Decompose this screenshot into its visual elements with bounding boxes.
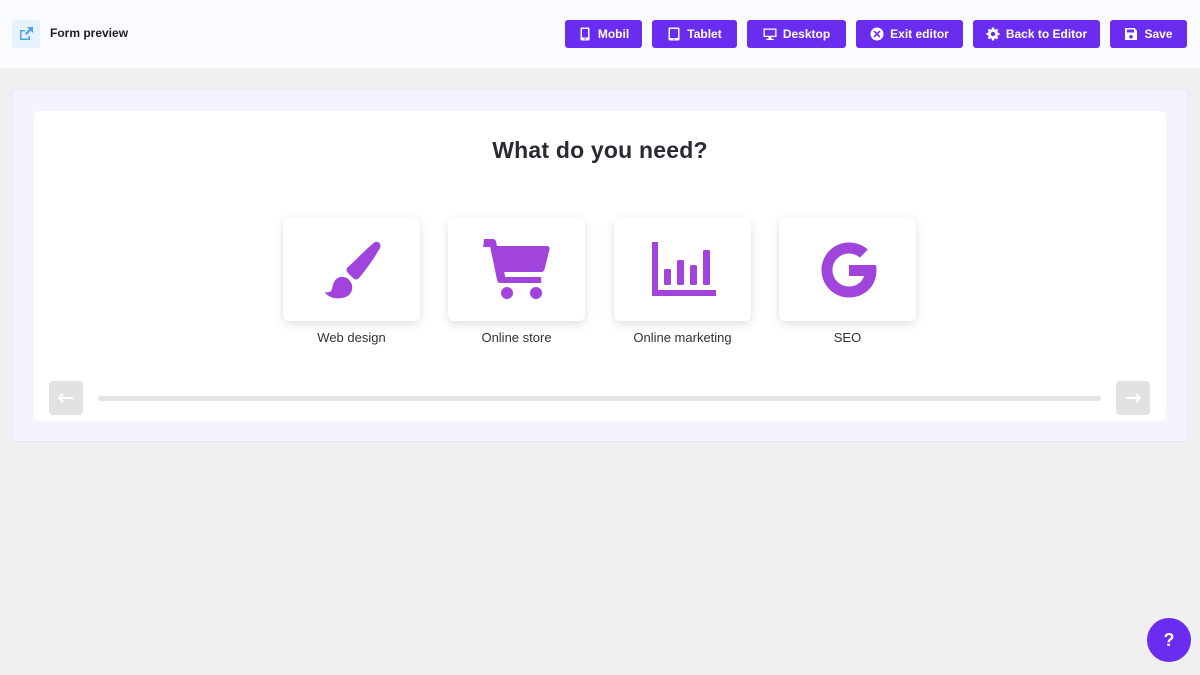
bar-chart-icon xyxy=(651,241,716,296)
help-button[interactable]: ? xyxy=(1147,618,1191,662)
back-to-editor-button[interactable]: Back to Editor xyxy=(973,20,1100,48)
previous-button[interactable] xyxy=(49,381,83,415)
save-icon xyxy=(1125,28,1138,40)
arrow-left-icon xyxy=(58,393,73,403)
progress-bar xyxy=(98,396,1101,401)
desktop-view-label: Desktop xyxy=(782,27,831,41)
option-online-store-label: Online store xyxy=(481,330,552,345)
save-button[interactable]: Save xyxy=(1110,20,1187,48)
mobile-view-label: Mobil xyxy=(597,27,630,41)
option-web-design-label: Web design xyxy=(317,330,386,345)
option-web-design[interactable] xyxy=(283,218,420,321)
option-seo-label: SEO xyxy=(833,330,862,345)
option-online-marketing-label: Online marketing xyxy=(633,330,732,345)
tablet-icon xyxy=(668,27,680,41)
paintbrush-icon xyxy=(324,241,381,298)
close-circle-icon xyxy=(870,27,884,41)
mobile-icon xyxy=(580,27,590,41)
google-icon xyxy=(821,242,876,297)
back-to-editor-label: Back to Editor xyxy=(1005,27,1088,41)
shopping-cart-icon xyxy=(482,238,550,299)
exit-editor-label: Exit editor xyxy=(890,27,949,41)
mobile-view-button[interactable]: Mobil xyxy=(565,20,642,48)
desktop-view-button[interactable]: Desktop xyxy=(747,20,846,48)
next-button[interactable] xyxy=(1116,381,1150,415)
top-bar: Form preview Mobil Tablet Desktop Exit e… xyxy=(0,0,1200,68)
save-label: Save xyxy=(1144,27,1173,41)
gear-icon xyxy=(986,27,1000,41)
desktop-icon xyxy=(763,28,777,40)
tablet-view-label: Tablet xyxy=(687,27,722,41)
option-seo[interactable] xyxy=(779,218,916,321)
form-question: What do you need? xyxy=(492,137,708,163)
exit-editor-button[interactable]: Exit editor xyxy=(856,20,963,48)
tablet-view-button[interactable]: Tablet xyxy=(652,20,737,48)
arrow-right-icon xyxy=(1126,393,1141,403)
share-icon[interactable] xyxy=(12,20,40,48)
page-title: Form preview xyxy=(50,26,129,40)
option-online-marketing[interactable] xyxy=(614,218,751,321)
option-online-store[interactable] xyxy=(448,218,585,321)
